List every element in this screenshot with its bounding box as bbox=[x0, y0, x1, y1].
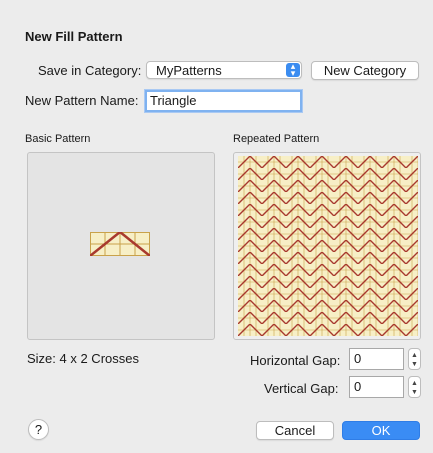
basic-pattern-preview bbox=[27, 152, 215, 340]
horizontal-gap-stepper[interactable]: ▲ ▼ bbox=[408, 348, 421, 370]
pattern-size-text: Size: 4 x 2 Crosses bbox=[27, 351, 139, 366]
pattern-name-label: New Pattern Name: bbox=[25, 93, 139, 108]
new-category-button[interactable]: New Category bbox=[311, 61, 419, 80]
repeated-pattern-label: Repeated Pattern bbox=[233, 133, 320, 145]
stepper-icon: ▲ ▼ bbox=[411, 380, 418, 396]
basic-pattern-graphic bbox=[90, 232, 150, 256]
pattern-name-input[interactable]: Triangle bbox=[145, 90, 302, 112]
chevron-updown-icon: ▴ ▾ bbox=[286, 62, 300, 78]
vertical-gap-input[interactable]: 0 bbox=[349, 376, 404, 398]
stepper-icon: ▲ ▼ bbox=[411, 352, 418, 368]
cancel-button[interactable]: Cancel bbox=[256, 421, 334, 440]
ok-button[interactable]: OK bbox=[342, 421, 420, 440]
repeated-pattern-graphic bbox=[238, 156, 418, 336]
category-value: MyPatterns bbox=[156, 63, 222, 78]
basic-pattern-label: Basic Pattern bbox=[25, 133, 91, 145]
save-in-category-label: Save in Category: bbox=[38, 63, 142, 78]
vertical-gap-stepper[interactable]: ▲ ▼ bbox=[408, 376, 421, 398]
category-popup[interactable]: MyPatterns ▴ ▾ bbox=[146, 61, 302, 79]
vertical-gap-label: Vertical Gap: bbox=[264, 381, 339, 396]
question-icon[interactable]: ? bbox=[28, 419, 49, 440]
horizontal-gap-input[interactable]: 0 bbox=[349, 348, 404, 370]
dialog-title: New Fill Pattern bbox=[25, 29, 123, 44]
repeated-pattern-preview bbox=[233, 152, 421, 340]
horizontal-gap-label: Horizontal Gap: bbox=[250, 353, 341, 368]
